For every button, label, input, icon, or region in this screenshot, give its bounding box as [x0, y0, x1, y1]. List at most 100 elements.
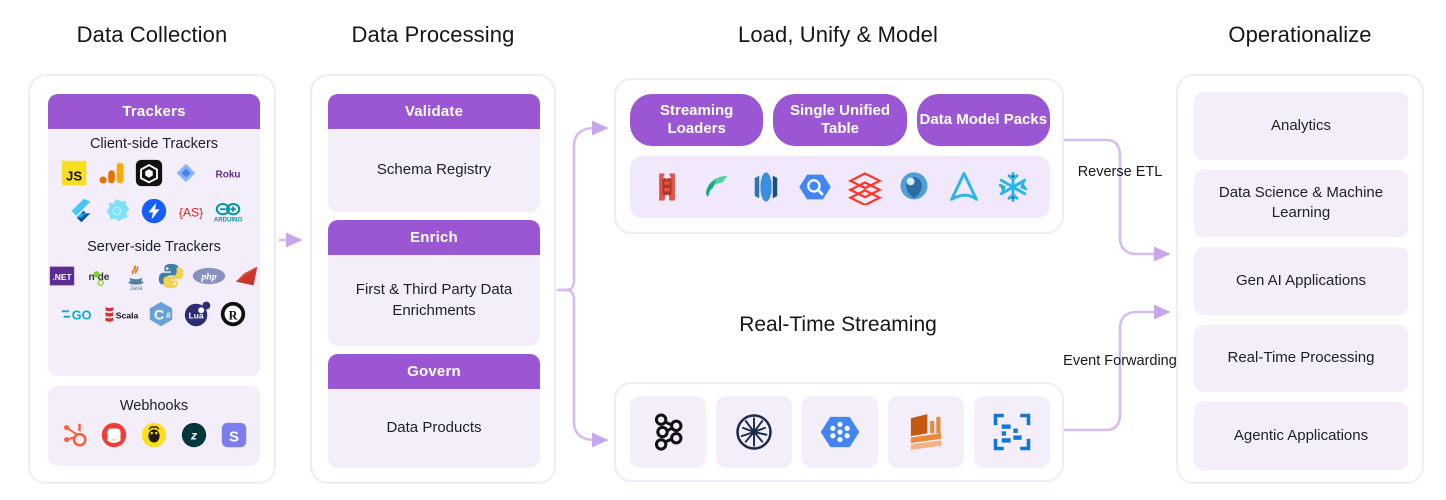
amp-icon: [141, 198, 167, 224]
svg-text:php: php: [200, 272, 216, 283]
pill-streaming-loaders[interactable]: Streaming Loaders: [630, 94, 764, 146]
govern-card-body: Data Products: [386, 419, 482, 437]
pill-data-model-packs[interactable]: Data Model Packs: [916, 94, 1050, 146]
reverse-etl-text: Reverse ETL: [1077, 164, 1163, 180]
nodejs-icon: n de: [88, 270, 109, 286]
real-time-streaming-title: Real-Time Streaming: [739, 313, 937, 336]
operationalize-item-real-time-processing[interactable]: Real-Time Processing: [1194, 324, 1408, 393]
apache-pulsar-icon: [736, 414, 772, 450]
flutter-icon: [71, 198, 91, 223]
arduino-icon: ARDUINO: [214, 202, 243, 223]
svg-text:C: C: [154, 307, 164, 323]
load-unify-pills-row: Streaming Loaders Single Unified Table D…: [630, 94, 1050, 146]
actionscript-icon: {AS}: [179, 206, 203, 220]
blazor-icon: [106, 198, 130, 222]
enrich-card-body: First & Third Party Data Enrichments: [355, 281, 513, 319]
webhooks-label: Webhooks: [119, 398, 189, 414]
scala-icon: Scala: [105, 307, 139, 322]
apache-kafka-icon: [654, 413, 683, 451]
google-bigquery-icon: [799, 174, 831, 200]
server-tracker-icons-row-2: GO Scala C # Lua R: [48, 297, 260, 335]
client-tracker-icons-row-1: JS Roku: [48, 156, 260, 194]
snowflake-icon: [998, 172, 1028, 202]
enrich-card: Enrich First & Third Party Data Enrichme…: [328, 220, 540, 346]
svg-text:JS: JS: [66, 169, 82, 184]
csharp-icon: C #: [149, 301, 173, 327]
tile-apache-kafka: [630, 396, 706, 468]
svg-text:Lua: Lua: [189, 311, 204, 321]
intercom-icon: [101, 422, 127, 448]
svg-text:R: R: [229, 309, 238, 323]
svg-text:Roku: Roku: [216, 170, 241, 181]
svg-text:.NET: .NET: [52, 272, 72, 282]
validate-card-header: Validate: [328, 94, 540, 129]
svg-text:z: z: [190, 429, 197, 443]
column-title-data-processing: Data Processing: [351, 22, 515, 47]
server-side-trackers-label: Server-side Trackers: [87, 239, 221, 255]
enrich-card-header: Enrich: [328, 220, 540, 255]
svg-text:S: S: [229, 429, 239, 446]
svg-text:Scala: Scala: [116, 310, 139, 320]
javascript-icon: JS: [61, 160, 87, 186]
pill-single-unified-table[interactable]: Single Unified Table: [773, 94, 907, 146]
unity-icon: [135, 159, 163, 187]
data-processing-shell: Validate Schema Registry Enrich First & …: [310, 74, 556, 484]
rust-icon: R: [220, 301, 246, 327]
webhook-icons-row: z S: [48, 418, 260, 456]
svg-text:{AS}: {AS}: [179, 206, 203, 220]
zendesk-icon: z: [181, 422, 207, 448]
java-icon: Java: [128, 265, 143, 291]
svg-text:GO: GO: [72, 308, 92, 322]
lua-icon: Lua: [184, 301, 211, 327]
streaming-logo-tiles: [630, 396, 1050, 468]
column-title-operationalize: Operationalize: [1228, 22, 1372, 47]
data-collection-shell: Trackers Client-side Trackers JS Roku {A…: [28, 74, 276, 484]
column-title-load-unify-model: Load, Unify & Model: [737, 22, 938, 47]
amazon-s3-icon: [658, 173, 675, 201]
pipeline-diagram: Data Collection Data Processing Load, Un…: [0, 0, 1446, 500]
trino-icon: [900, 172, 928, 200]
php-icon: php: [192, 267, 225, 285]
server-tracker-icons-row-1: .NET n de Java php: [48, 259, 260, 297]
roku-icon: Roku: [216, 170, 241, 181]
microsoft-fabric-icon: [706, 175, 728, 198]
warehouse-logos-strip: [630, 156, 1050, 218]
tile-azure-event-hubs: [974, 396, 1050, 468]
operationalize-item-data-science-ml[interactable]: Data Science & Machine Learning: [1194, 169, 1408, 238]
hubspot-icon: [64, 423, 87, 447]
google-pubsub-icon: [820, 416, 860, 448]
amazon-kinesis-icon: [910, 414, 942, 450]
python-icon: [158, 263, 183, 289]
svg-text:#: #: [166, 310, 171, 320]
event-forwarding-text: Event Forwarding: [1063, 353, 1177, 369]
ruby-icon: [235, 266, 257, 286]
client-tracker-icons-row-2: {AS} ARDUINO: [48, 194, 260, 232]
svg-text:ARDUINO: ARDUINO: [214, 216, 243, 223]
google-tag-manager-icon: [176, 163, 196, 183]
client-side-trackers-label: Client-side Trackers: [89, 136, 219, 152]
govern-card: Govern Data Products: [328, 354, 540, 468]
google-analytics-icon: [99, 162, 124, 184]
operationalize-item-analytics[interactable]: Analytics: [1194, 92, 1408, 160]
dotnet-icon: .NET: [49, 266, 74, 286]
connector-label-reverse-etl: Reverse ETL: [1072, 163, 1168, 181]
mailchimp-icon: [141, 422, 167, 448]
webhooks-card: Webhooks z S: [48, 386, 260, 466]
azure-event-hubs-icon: [993, 413, 1031, 451]
trackers-card-header: Trackers: [48, 94, 260, 129]
databricks-icon: [847, 172, 882, 205]
column-title-data-collection: Data Collection: [76, 22, 228, 47]
operationalize-item-agentic-applications[interactable]: Agentic Applications: [1194, 402, 1408, 470]
svg-text:Java: Java: [129, 285, 142, 291]
validate-card-body: Schema Registry: [376, 161, 492, 179]
operationalize-item-gen-ai-applications[interactable]: Gen AI Applications: [1194, 247, 1408, 315]
connector-label-event-forwarding: Event Forwarding: [1060, 352, 1180, 370]
load-unify-model-shell: Streaming Loaders Single Unified Table D…: [614, 78, 1064, 234]
golang-icon: GO: [61, 308, 92, 322]
tile-amazon-kinesis: [888, 396, 964, 468]
operationalize-shell: Analytics Data Science & Machine Learnin…: [1176, 74, 1424, 484]
operationalize-list: Analytics Data Science & Machine Learnin…: [1194, 92, 1408, 470]
tile-google-pubsub: [802, 396, 878, 468]
tile-apache-pulsar: [716, 396, 792, 468]
validate-card: Validate Schema Registry: [328, 94, 540, 212]
